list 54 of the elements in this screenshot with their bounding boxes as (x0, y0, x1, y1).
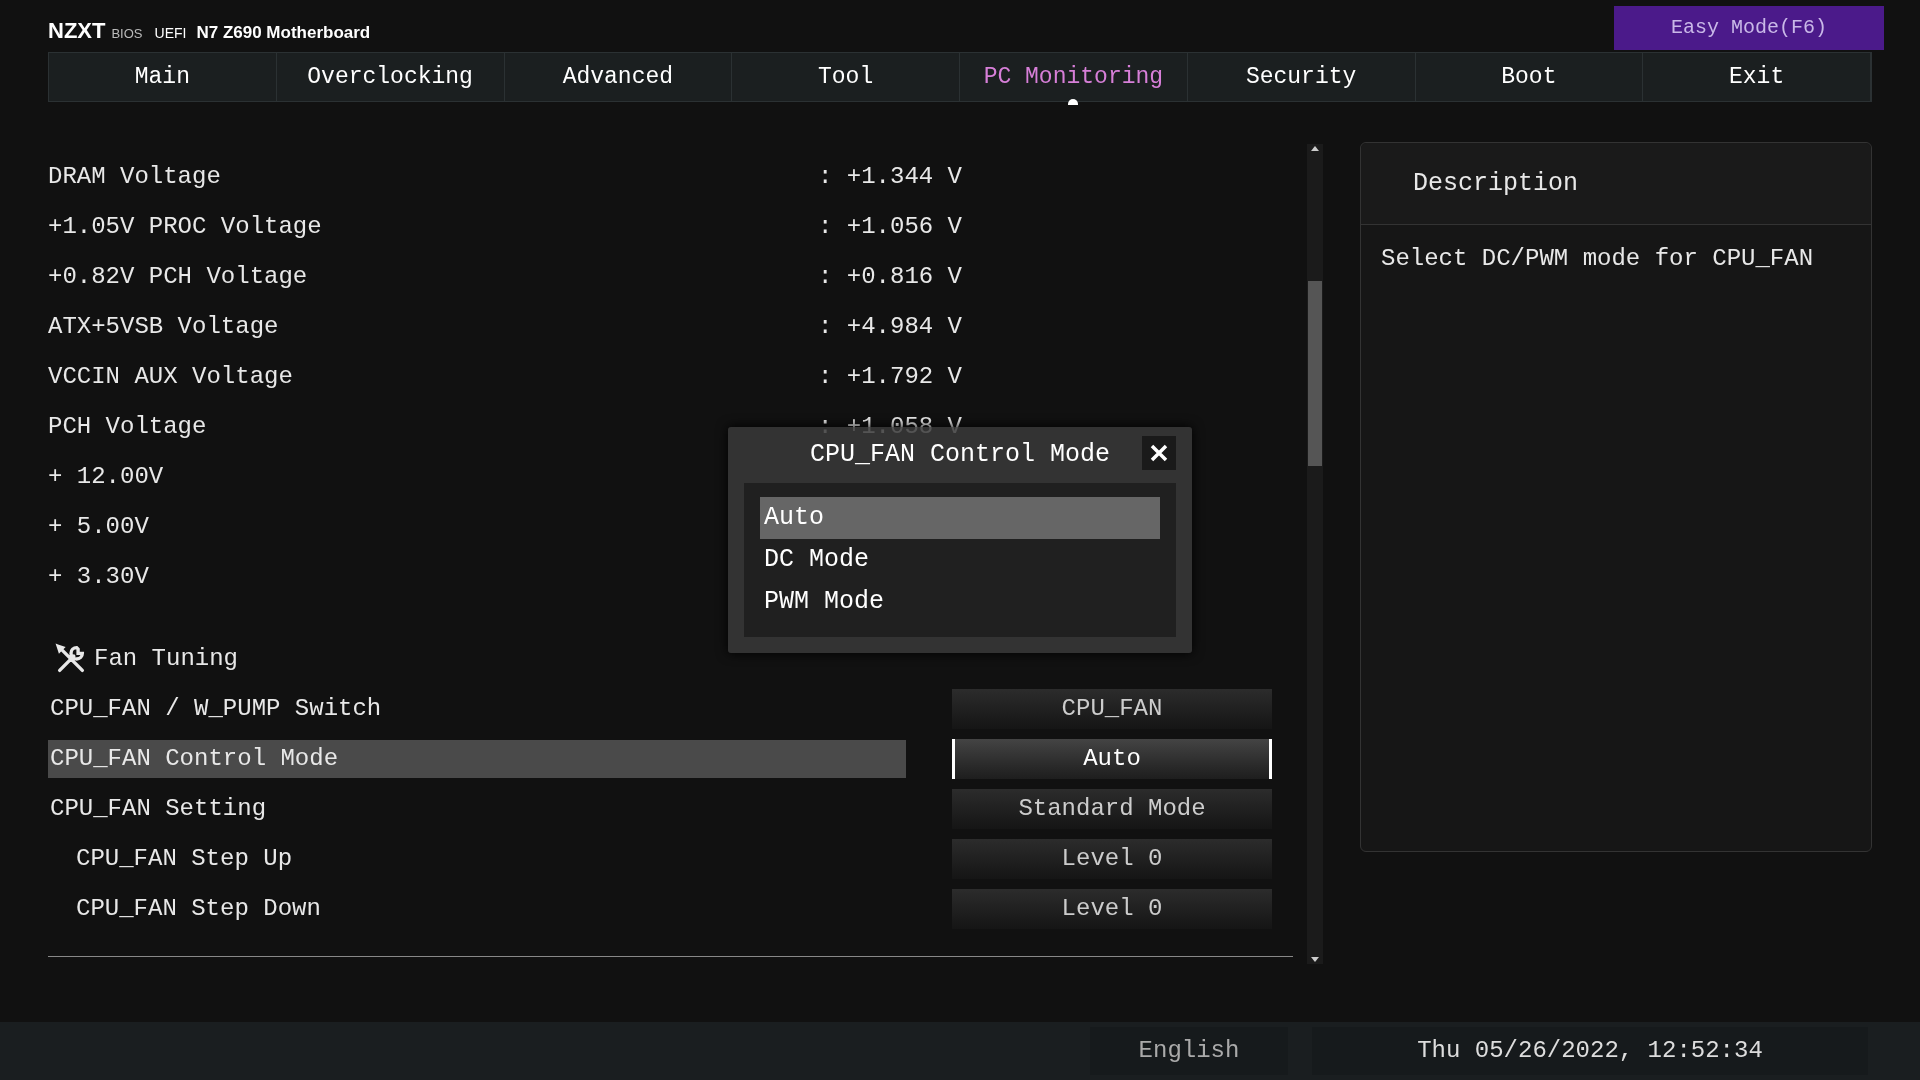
active-tab-indicator (1068, 99, 1079, 105)
section-title: Fan Tuning (94, 644, 239, 674)
setting-value-button[interactable]: Level 0 (952, 839, 1272, 879)
menu-tab[interactable]: Advanced (504, 53, 733, 101)
brand-logo: NZXT (48, 17, 106, 45)
menu-tab[interactable]: Security (1187, 53, 1416, 101)
menu-tab[interactable]: Main (49, 53, 277, 101)
reading-label: ATX+5VSB Voltage (48, 313, 279, 340)
scroll-up-icon[interactable] (1311, 146, 1319, 151)
option-item[interactable]: DC Mode (760, 539, 1160, 581)
close-button[interactable] (1142, 436, 1176, 470)
setting-label[interactable]: CPU_FAN Control Mode (48, 740, 906, 778)
reading-label: +1.05V PROC Voltage (48, 213, 322, 240)
reading-label: +0.82V PCH Voltage (48, 263, 308, 290)
menu-tab[interactable]: Tool (732, 53, 960, 101)
close-icon (1150, 444, 1168, 462)
reading-value: : +1.056 V (818, 212, 963, 242)
menu-tab[interactable]: Exit (1643, 53, 1871, 101)
setting-value-button[interactable]: Auto (952, 739, 1272, 779)
reading-value: : +1.058 V (818, 412, 963, 442)
option-item[interactable]: Auto (760, 497, 1160, 539)
setting-label[interactable]: CPU_FAN Step Down (48, 890, 906, 928)
menu-tab[interactable]: PC Monitoring (960, 53, 1188, 101)
menu-tab[interactable]: Boot (1415, 53, 1644, 101)
date-time: Thu 05/26/2022, 12:52:34 (1312, 1027, 1868, 1075)
option-item[interactable]: PWM Mode (760, 581, 1160, 623)
setting-value-button[interactable]: Level 0 (952, 889, 1272, 929)
reading-label: DRAM Voltage (48, 163, 221, 190)
bios-label: BIOS (111, 25, 143, 43)
reading-value: : +0.816 V (818, 262, 963, 292)
setting-value-button[interactable]: Standard Mode (952, 789, 1272, 829)
scroll-down-icon[interactable] (1311, 957, 1319, 962)
language-selector[interactable]: English (1090, 1027, 1288, 1075)
reading-value: : +1.792 V (818, 362, 963, 392)
reading-value: : +4.984 V (818, 312, 963, 342)
reading-label: + 12.00V (48, 463, 164, 490)
scrollbar-thumb[interactable] (1308, 281, 1322, 466)
reading-label: + 3.30V (48, 563, 149, 590)
dialog-title: CPU_FAN Control Mode (809, 439, 1111, 472)
setting-value-button[interactable]: CPU_FAN (952, 689, 1272, 729)
uefi-label: UEFI (154, 24, 187, 43)
model-name: N7 Z690 Motherboard (196, 22, 371, 44)
scrollbar[interactable] (1307, 144, 1323, 964)
reading-label: + 5.00V (48, 513, 149, 540)
setting-label[interactable]: CPU_FAN Setting (48, 790, 906, 828)
description-text: Select DC/PWM mode for CPU_FAN (1380, 244, 1815, 274)
menu-tab[interactable]: Overclocking (276, 53, 505, 101)
easy-mode-button[interactable]: Easy Mode(F6) (1614, 6, 1884, 50)
description-title: Description (1413, 167, 1579, 200)
setting-label[interactable]: CPU_FAN / W_PUMP Switch (48, 690, 906, 728)
reading-label: VCCIN AUX Voltage (48, 363, 293, 390)
reading-label: PCH Voltage (48, 413, 207, 440)
setting-label[interactable]: CPU_FAN Step Up (48, 840, 906, 878)
reading-value: : +1.344 V (818, 162, 963, 192)
